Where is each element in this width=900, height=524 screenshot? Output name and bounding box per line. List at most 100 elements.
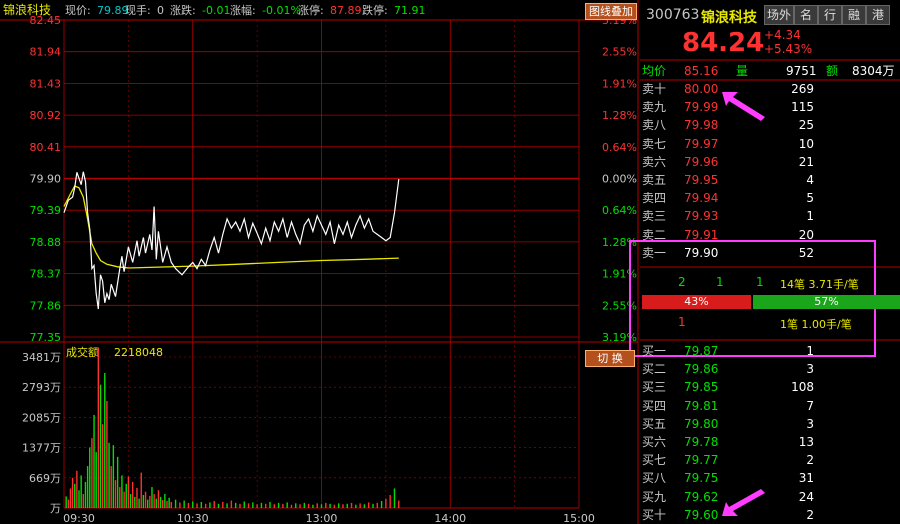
sell_orders-volume: 5 <box>806 191 814 206</box>
time-tick-label: 15:00 <box>563 512 595 524</box>
buy_orders-price: 79.78 <box>684 435 719 449</box>
buy-queue-summary: 1笔 1.00手/笔 <box>780 318 852 331</box>
buy_orders-volume: 2 <box>806 507 814 522</box>
sell_orders-volume: 4 <box>806 173 814 187</box>
buy-ratio-fill: 57% <box>753 295 900 309</box>
volume-title-value: 2218048 <box>114 346 163 359</box>
switch-button[interactable]: 切 换 <box>585 350 635 367</box>
sell_orders-row[interactable]: 卖六 79.96 21 <box>642 153 898 171</box>
header-item-value: 79.89 <box>97 4 129 17</box>
avg-price-value: 85.16 <box>684 64 719 78</box>
volume-label: 量 <box>736 64 749 78</box>
pct-tick-label: 2.55% <box>602 299 637 312</box>
sell_orders-volume: 1 <box>806 209 814 224</box>
buy_orders-label: 买十 <box>642 507 667 522</box>
sell_orders-row[interactable]: 卖八 79.98 25 <box>642 116 898 134</box>
right-tab[interactable]: 融 <box>842 5 866 25</box>
header-item-label: 涨停: <box>298 4 324 17</box>
volume-title: 成交额 <box>66 345 99 359</box>
sell_orders-label: 卖八 <box>642 118 667 133</box>
pct-tick-label: 1.91% <box>602 77 637 90</box>
stock-name: 锦浪科技 <box>701 10 757 26</box>
stock-code: 300763 <box>646 7 700 23</box>
sell-count-2: 1 <box>716 275 724 289</box>
sell_orders-volume: 10 <box>798 136 814 151</box>
sell_orders-row[interactable]: 卖十 80.00 269 <box>642 80 898 98</box>
buy_orders-row[interactable]: 买三 79.85 108 <box>642 378 898 396</box>
time-tick-label: 10:30 <box>177 512 209 524</box>
buy_orders-volume: 31 <box>798 471 814 486</box>
buy_orders-row[interactable]: 买七 79.77 2 <box>642 451 898 469</box>
sell_orders-price: 79.91 <box>684 227 719 242</box>
buy_orders-price: 79.81 <box>684 398 719 413</box>
buy_orders-row[interactable]: 买八 79.75 31 <box>642 469 898 487</box>
price-tick-label: 80.41 <box>30 141 62 154</box>
buy_orders-label: 买二 <box>642 362 667 377</box>
sell_orders-row[interactable]: 卖四 79.94 5 <box>642 189 898 207</box>
pct-tick-label: 1.28% <box>602 236 637 249</box>
pct-tick-label: 1.28% <box>602 109 637 122</box>
price-tick-label: 79.90 <box>30 173 62 186</box>
sell_orders-label: 卖六 <box>642 154 667 169</box>
pct-tick-label: 0.64% <box>602 204 637 217</box>
price-change-pct: +5.43% <box>764 42 813 56</box>
pct-tick-label: 2.55% <box>602 46 637 59</box>
buy_orders-row[interactable]: 买六 79.78 13 <box>642 433 898 451</box>
header-item-label: 现价: <box>65 4 91 17</box>
price-tick-label: 81.43 <box>30 77 62 90</box>
sell_orders-price: 79.97 <box>684 136 719 151</box>
buy_orders-row[interactable]: 买二 79.86 3 <box>642 360 898 378</box>
buy_orders-row[interactable]: 买九 79.62 24 <box>642 488 898 506</box>
time-tick-label: 14:00 <box>434 512 466 524</box>
volume-tick-label: 万 <box>50 502 61 515</box>
sell_orders-row[interactable]: 卖九 79.99 115 <box>642 98 898 116</box>
right-tab[interactable]: 名 <box>794 5 818 25</box>
sell_orders-label: 卖十 <box>642 82 667 96</box>
sell_orders-row[interactable]: 卖五 79.95 4 <box>642 171 898 189</box>
buy_orders-price: 79.75 <box>684 471 719 486</box>
header-item-label: 涨幅: <box>230 4 256 17</box>
sell_orders-volume: 25 <box>798 118 814 133</box>
sell_orders-volume: 21 <box>798 154 814 169</box>
header-item-value: 0 <box>157 4 164 17</box>
avg-price-label: 均价 <box>642 64 667 78</box>
sell_orders-price: 79.95 <box>684 173 719 187</box>
buy_orders-label: 买三 <box>642 380 667 395</box>
buy_orders-price: 79.80 <box>684 416 719 431</box>
sell_orders-price: 79.90 <box>684 245 719 260</box>
buy_orders-row[interactable]: 买五 79.80 3 <box>642 415 898 433</box>
sell-ratio-fill: 43% <box>642 295 751 309</box>
sell_orders-price: 79.98 <box>684 118 719 133</box>
buy_orders-volume: 2 <box>806 453 814 468</box>
sell_orders-row[interactable]: 卖二 79.91 20 <box>642 226 898 244</box>
buy_orders-volume: 13 <box>798 435 814 449</box>
sell_orders-volume: 115 <box>791 100 814 115</box>
overlay-button[interactable]: 图线叠加 <box>585 3 637 20</box>
sell_orders-price: 79.93 <box>684 209 719 224</box>
pct-tick-label: 0.64% <box>602 141 637 154</box>
buy-count-1: 1 <box>678 315 686 329</box>
pct-tick-label: 0.00% <box>602 173 637 186</box>
sell-queue-summary: 14笔 3.71手/笔 <box>780 278 859 291</box>
sell_orders-row[interactable]: 卖一 79.90 52 <box>642 244 898 262</box>
buy_orders-volume: 7 <box>806 398 814 413</box>
header-item-label: 现手: <box>125 4 151 17</box>
right-tab[interactable]: 场外 <box>764 5 794 25</box>
sell_orders-price: 79.99 <box>684 100 719 115</box>
sell_orders-label: 卖九 <box>642 100 667 115</box>
queue-section: 2 1 1 14笔 3.71手/笔 43% 57% 1 1笔 1.00手/笔 <box>642 267 900 347</box>
buy_orders-label: 买五 <box>642 416 667 431</box>
sell_orders-row[interactable]: 卖三 79.93 1 <box>642 207 898 225</box>
buy_orders-volume: 24 <box>798 489 814 504</box>
buy_orders-row[interactable]: 买十 79.60 2 <box>642 506 898 524</box>
buy_orders-row[interactable]: 买四 79.81 7 <box>642 397 898 415</box>
header-item-value: -0.01 <box>202 4 231 17</box>
header-item-value: 87.89 <box>330 4 362 17</box>
right-tab[interactable]: 行 <box>818 5 842 25</box>
sell_orders-label: 卖四 <box>642 191 667 206</box>
price-tick-label: 80.92 <box>30 109 62 122</box>
sell-count-1: 2 <box>678 275 686 289</box>
right-tab[interactable]: 港 <box>866 5 890 25</box>
volume-tick-label: 3481万 <box>22 351 61 364</box>
sell_orders-row[interactable]: 卖七 79.97 10 <box>642 135 898 153</box>
